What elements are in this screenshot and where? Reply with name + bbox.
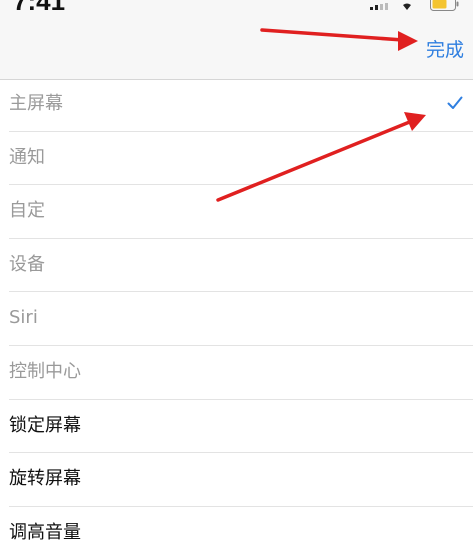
done-button[interactable]: 完成 xyxy=(426,37,464,63)
list-item-label: 通知 xyxy=(9,146,45,168)
list-item-home-screen[interactable]: 主屏幕 xyxy=(9,78,473,132)
nav-bar: 完成 xyxy=(0,24,473,80)
wifi-icon xyxy=(403,3,411,10)
menu-list: 主屏幕 通知 自定 设备 Siri 控制中心 锁定屏幕 旋转屏幕 调高音量 xyxy=(0,78,473,550)
list-item-custom[interactable]: 自定 xyxy=(9,185,473,239)
check-icon xyxy=(447,96,463,109)
list-item-siri[interactable]: Siri xyxy=(9,292,473,346)
list-item-label: Siri xyxy=(9,307,38,329)
status-bar: 7:41 xyxy=(0,0,473,24)
list-item-control-center[interactable]: 控制中心 xyxy=(9,346,473,400)
list-item-device[interactable]: 设备 xyxy=(9,239,473,293)
signal-icon xyxy=(370,3,388,10)
list-item-label: 旋转屏幕 xyxy=(9,468,81,490)
list-item-notifications[interactable]: 通知 xyxy=(9,132,473,186)
list-item-label: 设备 xyxy=(9,253,45,275)
list-item-volume-up[interactable]: 调高音量 xyxy=(9,507,473,550)
battery-icon xyxy=(430,0,459,11)
list-item-rotate-screen[interactable]: 旋转屏幕 xyxy=(9,453,473,507)
list-item-label: 主屏幕 xyxy=(9,93,63,114)
list-item-label: 调高音量 xyxy=(9,521,81,543)
list-item-label: 控制中心 xyxy=(9,360,81,382)
list-item-lock-screen[interactable]: 锁定屏幕 xyxy=(9,400,473,454)
status-time: 7:41 xyxy=(13,0,66,16)
list-item-label: 锁定屏幕 xyxy=(9,414,81,436)
screen: 7:41 完成 主屏幕 通知 自定 设备 Siri 控制中心 锁定屏幕 旋转屏幕… xyxy=(0,0,473,550)
list-item-label: 自定 xyxy=(9,200,45,222)
